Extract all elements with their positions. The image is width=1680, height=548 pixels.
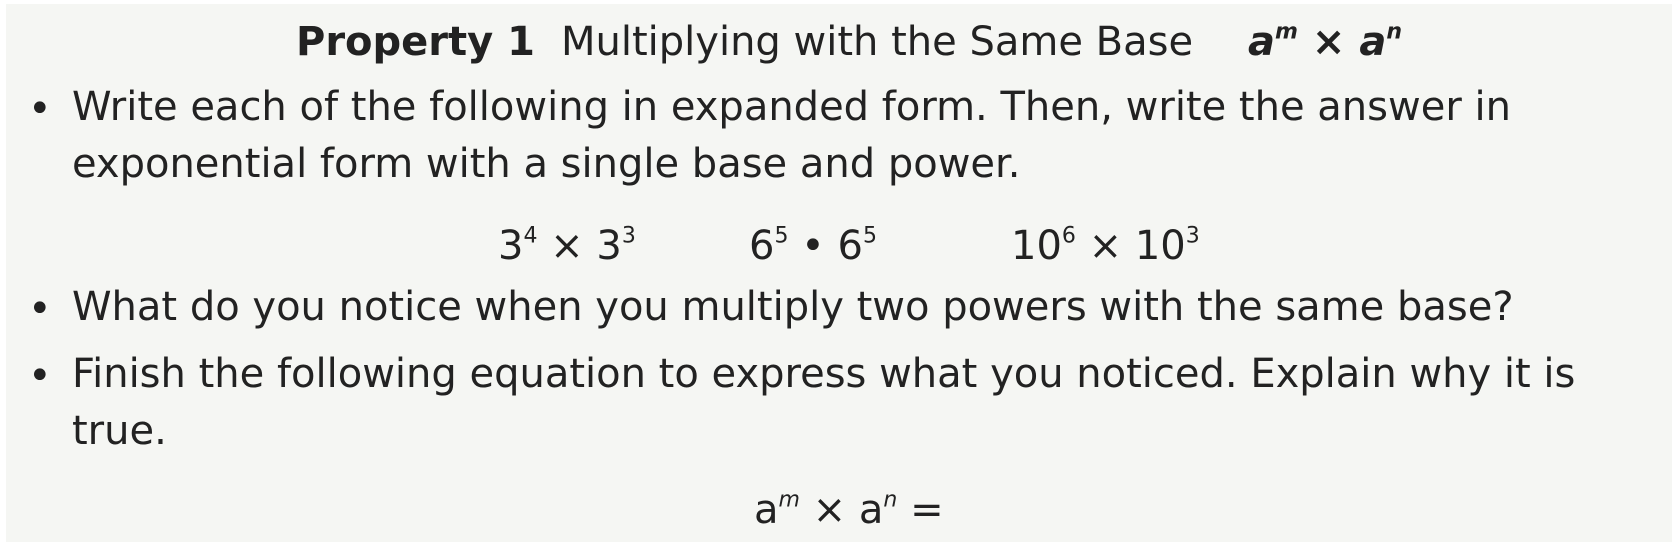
bullet-marker: • xyxy=(28,286,52,332)
expression-operator: × xyxy=(550,223,584,269)
expression-3: 34 × 33 xyxy=(498,218,636,274)
formula-base-1: a xyxy=(1248,19,1275,65)
expression-exponent: 3 xyxy=(1185,223,1200,249)
expression-operator: • xyxy=(801,223,825,269)
expression-6: 65 • 65 xyxy=(749,218,877,274)
equation-exponent: n xyxy=(883,487,898,513)
expression-exponent: 5 xyxy=(862,223,877,249)
expression-exponent: 3 xyxy=(621,223,636,249)
instruction-expand: Write each of the following in expanded … xyxy=(72,84,1511,187)
property-title: Multiplying with the Same Base xyxy=(561,19,1194,65)
equation-exponent: m xyxy=(778,487,800,513)
bullet-marker: • xyxy=(28,353,52,399)
expression-base: 6 xyxy=(837,223,863,269)
property-header: Property 1 Multiplying with the Same Bas… xyxy=(0,14,1680,70)
equation-operator: × xyxy=(812,487,847,533)
expression-operator: × xyxy=(1088,223,1123,269)
formula-base-2: a xyxy=(1359,19,1387,65)
expression-base: 3 xyxy=(596,223,622,269)
property-formula: am × an xyxy=(1248,14,1402,70)
expression-10: 106 × 103 xyxy=(1011,218,1200,274)
property-label: Property 1 xyxy=(296,19,535,65)
expression-base: 3 xyxy=(498,223,524,269)
expression-exponent: 6 xyxy=(1061,223,1076,249)
equation-base: a xyxy=(754,487,779,533)
expression-exponent: 5 xyxy=(774,223,789,249)
equals-sign: = xyxy=(910,487,944,533)
expression-base: 10 xyxy=(1134,223,1186,269)
formula-exponent-1: m xyxy=(1275,19,1298,45)
expression-base: 6 xyxy=(749,223,775,269)
expression-base: 10 xyxy=(1011,223,1062,269)
expression-exponent: 4 xyxy=(523,223,538,249)
instruction-finish-equation: Finish the following equation to express… xyxy=(72,351,1576,454)
final-equation: am × an = xyxy=(754,482,944,538)
equation-base: a xyxy=(858,487,884,533)
formula-operator: × xyxy=(1311,19,1346,65)
bullet-marker: • xyxy=(28,86,52,132)
question-notice: What do you notice when you multiply two… xyxy=(72,284,1514,330)
formula-exponent-2: n xyxy=(1386,19,1402,45)
